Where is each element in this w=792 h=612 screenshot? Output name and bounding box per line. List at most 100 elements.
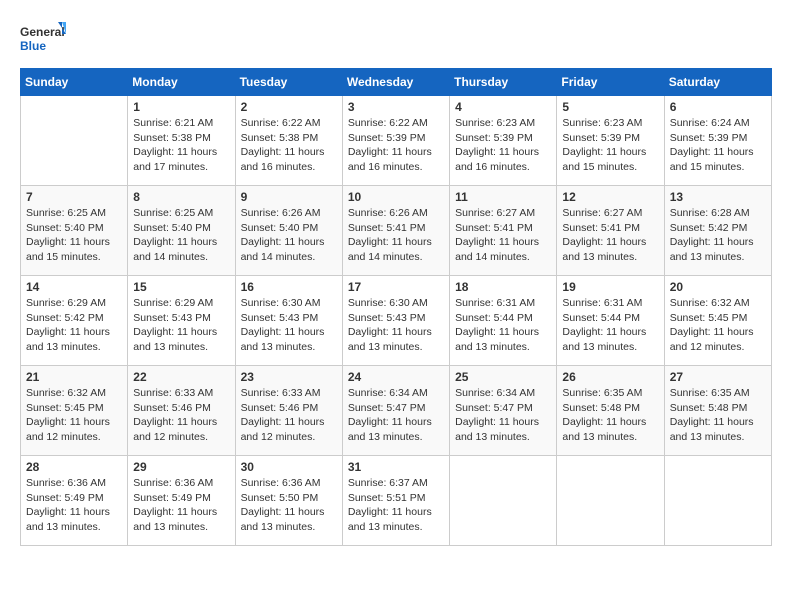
day-info: Sunrise: 6:29 AMSunset: 5:42 PMDaylight:… xyxy=(26,296,122,355)
header-wednesday: Wednesday xyxy=(342,69,449,96)
day-number: 22 xyxy=(133,370,229,384)
day-info: Sunrise: 6:25 AMSunset: 5:40 PMDaylight:… xyxy=(26,206,122,265)
calendar-cell: 19 Sunrise: 6:31 AMSunset: 5:44 PMDaylig… xyxy=(557,276,664,366)
calendar-week-5: 28 Sunrise: 6:36 AMSunset: 5:49 PMDaylig… xyxy=(21,456,772,546)
day-info: Sunrise: 6:30 AMSunset: 5:43 PMDaylight:… xyxy=(348,296,444,355)
logo-svg: General Blue xyxy=(20,20,70,60)
day-number: 3 xyxy=(348,100,444,114)
calendar-cell: 8 Sunrise: 6:25 AMSunset: 5:40 PMDayligh… xyxy=(128,186,235,276)
day-info: Sunrise: 6:26 AMSunset: 5:40 PMDaylight:… xyxy=(241,206,337,265)
calendar-week-2: 7 Sunrise: 6:25 AMSunset: 5:40 PMDayligh… xyxy=(21,186,772,276)
day-number: 28 xyxy=(26,460,122,474)
header-tuesday: Tuesday xyxy=(235,69,342,96)
day-info: Sunrise: 6:27 AMSunset: 5:41 PMDaylight:… xyxy=(455,206,551,265)
day-number: 2 xyxy=(241,100,337,114)
day-number: 20 xyxy=(670,280,766,294)
calendar-cell: 9 Sunrise: 6:26 AMSunset: 5:40 PMDayligh… xyxy=(235,186,342,276)
header-friday: Friday xyxy=(557,69,664,96)
calendar-cell: 31 Sunrise: 6:37 AMSunset: 5:51 PMDaylig… xyxy=(342,456,449,546)
calendar-cell: 20 Sunrise: 6:32 AMSunset: 5:45 PMDaylig… xyxy=(664,276,771,366)
calendar-cell: 26 Sunrise: 6:35 AMSunset: 5:48 PMDaylig… xyxy=(557,366,664,456)
calendar-table: SundayMondayTuesdayWednesdayThursdayFrid… xyxy=(20,68,772,546)
calendar-cell: 25 Sunrise: 6:34 AMSunset: 5:47 PMDaylig… xyxy=(450,366,557,456)
calendar-cell: 2 Sunrise: 6:22 AMSunset: 5:38 PMDayligh… xyxy=(235,96,342,186)
calendar-cell: 15 Sunrise: 6:29 AMSunset: 5:43 PMDaylig… xyxy=(128,276,235,366)
svg-text:Blue: Blue xyxy=(20,39,46,53)
day-info: Sunrise: 6:24 AMSunset: 5:39 PMDaylight:… xyxy=(670,116,766,175)
day-info: Sunrise: 6:29 AMSunset: 5:43 PMDaylight:… xyxy=(133,296,229,355)
day-info: Sunrise: 6:22 AMSunset: 5:38 PMDaylight:… xyxy=(241,116,337,175)
calendar-cell: 6 Sunrise: 6:24 AMSunset: 5:39 PMDayligh… xyxy=(664,96,771,186)
day-number: 4 xyxy=(455,100,551,114)
header-thursday: Thursday xyxy=(450,69,557,96)
calendar-cell: 29 Sunrise: 6:36 AMSunset: 5:49 PMDaylig… xyxy=(128,456,235,546)
day-number: 6 xyxy=(670,100,766,114)
day-info: Sunrise: 6:32 AMSunset: 5:45 PMDaylight:… xyxy=(26,386,122,445)
calendar-header-row: SundayMondayTuesdayWednesdayThursdayFrid… xyxy=(21,69,772,96)
calendar-cell: 18 Sunrise: 6:31 AMSunset: 5:44 PMDaylig… xyxy=(450,276,557,366)
day-number: 9 xyxy=(241,190,337,204)
day-number: 8 xyxy=(133,190,229,204)
day-info: Sunrise: 6:21 AMSunset: 5:38 PMDaylight:… xyxy=(133,116,229,175)
header-sunday: Sunday xyxy=(21,69,128,96)
day-info: Sunrise: 6:27 AMSunset: 5:41 PMDaylight:… xyxy=(562,206,658,265)
day-number: 14 xyxy=(26,280,122,294)
day-info: Sunrise: 6:33 AMSunset: 5:46 PMDaylight:… xyxy=(241,386,337,445)
day-info: Sunrise: 6:36 AMSunset: 5:50 PMDaylight:… xyxy=(241,476,337,535)
logo: General Blue xyxy=(20,20,70,60)
day-info: Sunrise: 6:31 AMSunset: 5:44 PMDaylight:… xyxy=(455,296,551,355)
day-number: 10 xyxy=(348,190,444,204)
calendar-cell: 17 Sunrise: 6:30 AMSunset: 5:43 PMDaylig… xyxy=(342,276,449,366)
day-number: 16 xyxy=(241,280,337,294)
day-info: Sunrise: 6:37 AMSunset: 5:51 PMDaylight:… xyxy=(348,476,444,535)
day-info: Sunrise: 6:23 AMSunset: 5:39 PMDaylight:… xyxy=(455,116,551,175)
day-number: 23 xyxy=(241,370,337,384)
calendar-cell xyxy=(664,456,771,546)
day-info: Sunrise: 6:34 AMSunset: 5:47 PMDaylight:… xyxy=(348,386,444,445)
header-monday: Monday xyxy=(128,69,235,96)
page-header: General Blue xyxy=(20,20,772,60)
calendar-cell: 7 Sunrise: 6:25 AMSunset: 5:40 PMDayligh… xyxy=(21,186,128,276)
day-number: 11 xyxy=(455,190,551,204)
day-number: 18 xyxy=(455,280,551,294)
day-info: Sunrise: 6:28 AMSunset: 5:42 PMDaylight:… xyxy=(670,206,766,265)
day-number: 25 xyxy=(455,370,551,384)
calendar-week-3: 14 Sunrise: 6:29 AMSunset: 5:42 PMDaylig… xyxy=(21,276,772,366)
calendar-cell: 11 Sunrise: 6:27 AMSunset: 5:41 PMDaylig… xyxy=(450,186,557,276)
calendar-cell: 4 Sunrise: 6:23 AMSunset: 5:39 PMDayligh… xyxy=(450,96,557,186)
calendar-cell: 30 Sunrise: 6:36 AMSunset: 5:50 PMDaylig… xyxy=(235,456,342,546)
calendar-cell: 28 Sunrise: 6:36 AMSunset: 5:49 PMDaylig… xyxy=(21,456,128,546)
day-number: 12 xyxy=(562,190,658,204)
day-number: 17 xyxy=(348,280,444,294)
day-number: 21 xyxy=(26,370,122,384)
calendar-cell: 14 Sunrise: 6:29 AMSunset: 5:42 PMDaylig… xyxy=(21,276,128,366)
day-info: Sunrise: 6:36 AMSunset: 5:49 PMDaylight:… xyxy=(133,476,229,535)
calendar-cell: 10 Sunrise: 6:26 AMSunset: 5:41 PMDaylig… xyxy=(342,186,449,276)
calendar-cell: 5 Sunrise: 6:23 AMSunset: 5:39 PMDayligh… xyxy=(557,96,664,186)
day-info: Sunrise: 6:35 AMSunset: 5:48 PMDaylight:… xyxy=(562,386,658,445)
calendar-week-1: 1 Sunrise: 6:21 AMSunset: 5:38 PMDayligh… xyxy=(21,96,772,186)
day-number: 19 xyxy=(562,280,658,294)
day-info: Sunrise: 6:36 AMSunset: 5:49 PMDaylight:… xyxy=(26,476,122,535)
day-info: Sunrise: 6:30 AMSunset: 5:43 PMDaylight:… xyxy=(241,296,337,355)
svg-text:General: General xyxy=(20,25,65,39)
day-number: 29 xyxy=(133,460,229,474)
calendar-cell: 3 Sunrise: 6:22 AMSunset: 5:39 PMDayligh… xyxy=(342,96,449,186)
day-info: Sunrise: 6:34 AMSunset: 5:47 PMDaylight:… xyxy=(455,386,551,445)
day-info: Sunrise: 6:25 AMSunset: 5:40 PMDaylight:… xyxy=(133,206,229,265)
calendar-cell xyxy=(557,456,664,546)
day-info: Sunrise: 6:26 AMSunset: 5:41 PMDaylight:… xyxy=(348,206,444,265)
day-number: 31 xyxy=(348,460,444,474)
day-info: Sunrise: 6:33 AMSunset: 5:46 PMDaylight:… xyxy=(133,386,229,445)
day-info: Sunrise: 6:22 AMSunset: 5:39 PMDaylight:… xyxy=(348,116,444,175)
calendar-cell: 22 Sunrise: 6:33 AMSunset: 5:46 PMDaylig… xyxy=(128,366,235,456)
calendar-week-4: 21 Sunrise: 6:32 AMSunset: 5:45 PMDaylig… xyxy=(21,366,772,456)
day-number: 24 xyxy=(348,370,444,384)
header-saturday: Saturday xyxy=(664,69,771,96)
calendar-cell: 12 Sunrise: 6:27 AMSunset: 5:41 PMDaylig… xyxy=(557,186,664,276)
calendar-cell: 24 Sunrise: 6:34 AMSunset: 5:47 PMDaylig… xyxy=(342,366,449,456)
day-number: 30 xyxy=(241,460,337,474)
day-number: 1 xyxy=(133,100,229,114)
calendar-cell: 23 Sunrise: 6:33 AMSunset: 5:46 PMDaylig… xyxy=(235,366,342,456)
calendar-cell: 16 Sunrise: 6:30 AMSunset: 5:43 PMDaylig… xyxy=(235,276,342,366)
